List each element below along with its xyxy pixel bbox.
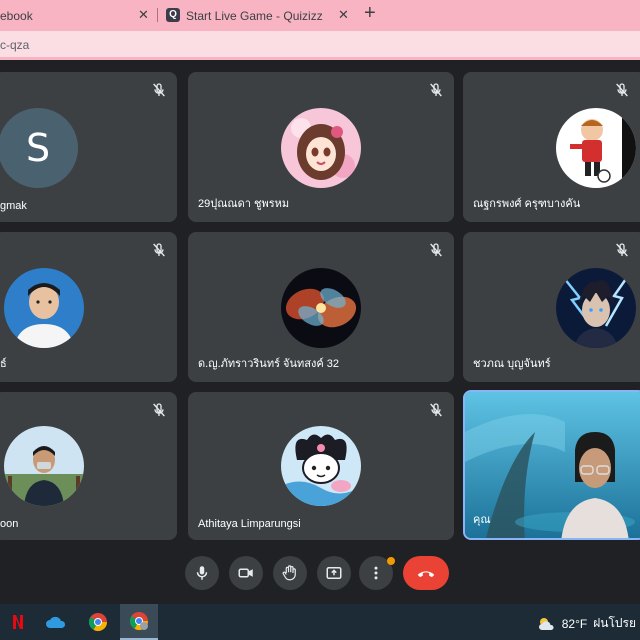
system-tray: 82°F ฝนโปรย xyxy=(538,614,636,633)
participant-tile[interactable]: 29ปุณณดา ชูพรหม xyxy=(188,72,454,222)
participant-name: ธ์ xyxy=(0,358,7,370)
raise-hand-icon xyxy=(282,565,296,581)
participant-name: ด.ญ.ภัทราวรินทร์ จันทสงค์ 32 xyxy=(198,358,339,370)
browser-tab-strip: ebook ✕ Q Start Live Game - Quizizz ✕ + xyxy=(0,0,640,28)
quizizz-favicon-icon: Q xyxy=(166,8,180,22)
present-icon xyxy=(326,567,342,579)
avatar xyxy=(556,108,636,188)
windows-taskbar: 82°F ฝนโปรย xyxy=(0,604,640,640)
avatar xyxy=(4,426,84,506)
avatar-initial: S xyxy=(25,126,51,170)
muted-mic-icon xyxy=(616,243,628,257)
boy-photo-avatar-icon xyxy=(4,268,84,348)
self-view-tile[interactable]: คุณ xyxy=(463,390,640,540)
tab-title: ebook xyxy=(0,9,33,23)
raise-hand-button[interactable] xyxy=(273,556,307,590)
end-call-icon xyxy=(417,571,435,578)
chrome-app[interactable] xyxy=(80,604,116,640)
participant-name: Athitaya Limparungsi xyxy=(198,518,301,530)
tab-separator xyxy=(157,8,158,22)
man-outdoor-avatar-icon xyxy=(4,426,84,506)
soccer-cartoon-avatar-icon xyxy=(556,108,636,188)
weather-temperature[interactable]: 82°F xyxy=(562,617,587,631)
participant-tile[interactable]: ณฐกรพงศ์ ครุฑบางคัน xyxy=(463,72,640,222)
participant-name: gmak xyxy=(0,200,27,212)
avatar xyxy=(281,426,361,506)
microphone-button[interactable] xyxy=(185,556,219,590)
participant-tile[interactable]: Athitaya Limparungsi xyxy=(188,392,454,540)
address-bar: c-qza xyxy=(0,28,640,60)
participant-tile[interactable]: S gmak xyxy=(0,72,177,222)
participant-name: oon xyxy=(0,518,19,530)
tab-title: Start Live Game - Quizizz xyxy=(186,9,323,23)
present-button[interactable] xyxy=(317,556,351,590)
weather-condition[interactable]: ฝนโปรย xyxy=(593,614,636,633)
muted-mic-icon xyxy=(153,403,165,417)
weather-cloud-icon xyxy=(538,617,554,630)
chrome-profile-app[interactable] xyxy=(120,604,158,640)
participant-name: ณฐกรพงศ์ ครุฑบางคัน xyxy=(473,198,581,210)
call-controls xyxy=(0,550,640,600)
avatar: S xyxy=(0,108,78,188)
camera-icon xyxy=(238,568,253,578)
muted-mic-icon xyxy=(153,83,165,97)
participant-tile[interactable]: ชวภณ บุญจันทร์ xyxy=(463,232,640,382)
url-text: c-qza xyxy=(0,38,30,52)
omnibox[interactable]: c-qza xyxy=(0,31,640,57)
onedrive-icon xyxy=(46,616,66,628)
avatar xyxy=(281,268,361,348)
microphone-icon xyxy=(196,566,208,580)
more-options-icon xyxy=(374,566,378,580)
participant-tile[interactable]: ด.ญ.ภัทราวรินทร์ จันทสงค์ 32 xyxy=(188,232,454,382)
participant-name: 29ปุณณดา ชูพรหม xyxy=(198,198,290,210)
participant-name: คุณ xyxy=(473,514,491,526)
tab-facebook[interactable]: ebook ✕ xyxy=(0,4,156,28)
avatar xyxy=(4,268,84,348)
close-tab-icon[interactable]: ✕ xyxy=(138,7,149,23)
tab-quizizz[interactable]: Q Start Live Game - Quizizz ✕ xyxy=(162,4,357,28)
close-tab-icon[interactable]: ✕ xyxy=(338,7,349,23)
muted-mic-icon xyxy=(153,243,165,257)
muted-mic-icon xyxy=(430,83,442,97)
end-call-button[interactable] xyxy=(403,556,449,590)
meeting-grid: S gmak 29ปุณณดา ชูพรหม ณฐกรพงศ์ ครุฑบางค… xyxy=(0,60,640,600)
netflix-app[interactable] xyxy=(0,604,36,640)
notification-dot xyxy=(387,557,395,565)
muted-mic-icon xyxy=(616,83,628,97)
new-tab-button[interactable]: + xyxy=(364,2,376,25)
anime-girl-avatar-icon xyxy=(281,108,361,188)
muted-mic-icon xyxy=(430,243,442,257)
self-video-feed xyxy=(465,392,640,538)
chrome-profile-icon xyxy=(129,612,148,631)
participant-tile[interactable]: oon xyxy=(0,392,177,540)
camera-button[interactable] xyxy=(229,556,263,590)
participant-tile[interactable]: ธ์ xyxy=(0,232,177,382)
netflix-icon xyxy=(9,613,27,631)
muted-mic-icon xyxy=(430,403,442,417)
kuromi-avatar-icon xyxy=(281,426,361,506)
avatar xyxy=(556,268,636,348)
nebula-avatar-icon xyxy=(281,268,361,348)
lightning-anime-avatar-icon xyxy=(556,268,636,348)
participant-name: ชวภณ บุญจันทร์ xyxy=(473,358,551,370)
avatar xyxy=(281,108,361,188)
onedrive-app[interactable] xyxy=(38,604,74,640)
chrome-icon xyxy=(88,613,107,632)
